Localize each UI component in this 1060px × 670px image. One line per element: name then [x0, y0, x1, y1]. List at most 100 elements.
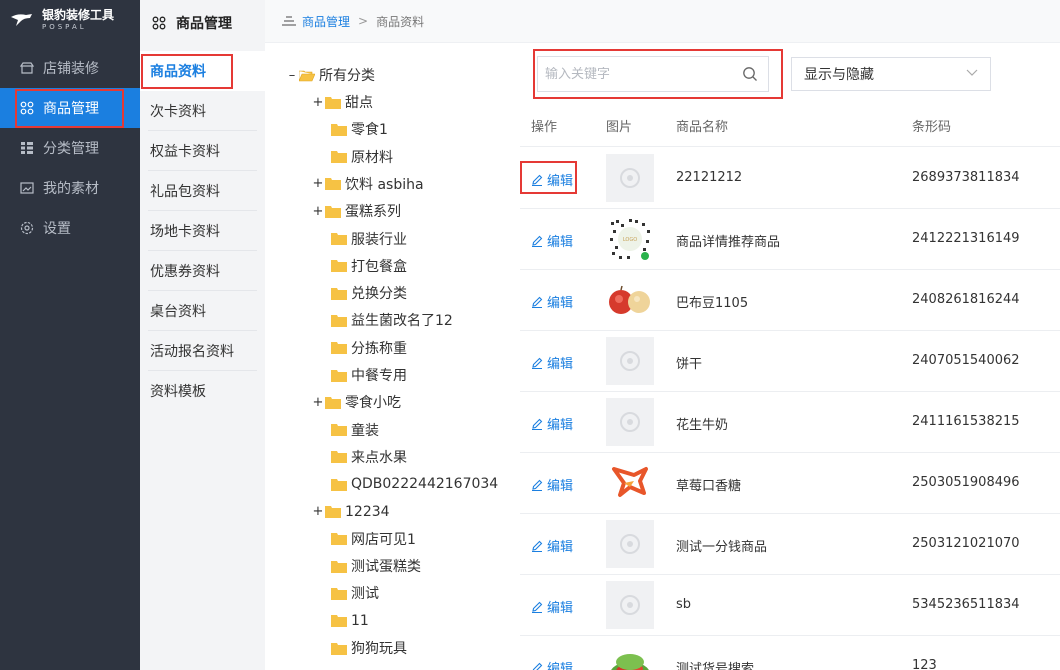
tree-node[interactable]: 中餐专用: [331, 363, 407, 387]
search-input[interactable]: [545, 66, 742, 82]
sub-item-label: 权益卡资料: [150, 144, 220, 160]
tree-node[interactable]: 原材料: [331, 145, 393, 169]
edit-button[interactable]: 编辑: [531, 536, 573, 555]
tree-node[interactable]: 服装行业: [331, 227, 407, 251]
tree-node[interactable]: + 饮料 asbiha: [311, 172, 424, 196]
sub-item-template[interactable]: 资料模板: [140, 371, 265, 411]
edit-label: 编辑: [547, 174, 574, 189]
sub-item-count-card[interactable]: 次卡资料: [140, 91, 265, 131]
tree-node[interactable]: + 零食小吃: [311, 390, 401, 414]
nav-item-label: 我的素材: [43, 181, 99, 197]
sub-item-coupon[interactable]: 优惠券资料: [140, 251, 265, 291]
product-thumbnail: [606, 276, 654, 324]
nav-item-category-management[interactable]: 分类管理: [0, 128, 140, 168]
product-barcode: 5345236511834: [912, 597, 1020, 612]
tree-node[interactable]: 分拣称重: [331, 336, 407, 360]
expand-toggle[interactable]: +: [311, 176, 325, 191]
product-barcode: 2411161538215: [912, 414, 1020, 429]
search-icon[interactable]: [742, 66, 758, 82]
tree-node[interactable]: 益生菌改名了12: [331, 308, 453, 332]
edit-button[interactable]: 编辑: [531, 475, 573, 494]
tree-node[interactable]: 零食1: [331, 117, 388, 141]
expand-toggle[interactable]: +: [311, 95, 325, 110]
edit-label: 编辑: [547, 601, 574, 616]
tree-node[interactable]: 测试: [331, 581, 379, 605]
product-thumbnail: [606, 520, 654, 568]
tree-node[interactable]: 测试蛋糕类: [331, 554, 421, 578]
sub-item-product-info[interactable]: 商品资料: [140, 51, 265, 91]
sub-item-event-signup[interactable]: 活动报名资料: [140, 331, 265, 371]
tree-node[interactable]: + 蛋糕系列: [311, 199, 401, 223]
main-content: 商品管理 > 商品资料 – 所有分类 + 甜点 零食1 原材料 + 饮料 asbiha + 蛋…: [265, 0, 1060, 670]
chevron-down-icon: [966, 69, 978, 76]
tree-node[interactable]: 童装: [331, 418, 379, 442]
tree-node-label: 狗狗玩具: [351, 641, 407, 657]
edit-button[interactable]: 编辑: [531, 170, 573, 189]
pencil-icon: [532, 357, 543, 369]
grid-icon: [152, 16, 166, 29]
product-name: 草莓口香糖: [676, 479, 742, 494]
tree-node[interactable]: 11: [331, 609, 369, 633]
tree-node[interactable]: 来点水果: [331, 445, 407, 469]
edit-button[interactable]: 编辑: [531, 597, 573, 616]
edit-button[interactable]: 编辑: [531, 658, 573, 670]
tree-node-label: 益生菌改名了12: [351, 313, 453, 330]
product-barcode: 2408261816244: [912, 292, 1020, 307]
visibility-select[interactable]: 显示与隐藏: [791, 57, 991, 91]
breadcrumb-parent-link[interactable]: 商品管理: [302, 13, 350, 30]
tree-node-label: 网店可见1: [351, 531, 416, 548]
product-barcode: 2407051540062: [912, 353, 1020, 368]
tree-node[interactable]: QDB0222442167034: [331, 472, 498, 496]
folder-icon: [331, 533, 347, 546]
folder-icon: [331, 151, 347, 164]
breadcrumb-separator: >: [358, 14, 369, 28]
sub-item-table[interactable]: 桌台资料: [140, 291, 265, 331]
tree-node[interactable]: + 甜点: [311, 90, 373, 114]
product-name: sb: [676, 597, 692, 612]
svg-text:LOGO: LOGO: [623, 237, 637, 243]
sub-item-venue-card[interactable]: 场地卡资料: [140, 211, 265, 251]
expand-toggle[interactable]: +: [311, 395, 325, 410]
folder-icon: [325, 396, 341, 409]
folder-icon: [325, 178, 341, 191]
folder-icon: [331, 260, 347, 273]
folder-icon: [325, 96, 341, 109]
nav-item-settings[interactable]: 设置: [0, 208, 140, 248]
tree-node[interactable]: +12234: [311, 500, 390, 524]
expand-toggle[interactable]: +: [311, 204, 325, 219]
tree-node-label: 测试蛋糕类: [351, 559, 421, 576]
tree-node[interactable]: 打包餐盒: [331, 254, 407, 278]
tree-node[interactable]: 兑换分类: [331, 281, 407, 305]
search-box: [537, 56, 769, 92]
sub-item-label: 场地卡资料: [150, 224, 220, 240]
tree-root[interactable]: – 所有分类: [285, 63, 375, 87]
nav-item-store-decoration[interactable]: 店铺装修: [0, 48, 140, 88]
folder-icon: [331, 642, 347, 655]
product-thumbnail: [606, 398, 654, 446]
edit-button[interactable]: 编辑: [531, 353, 573, 372]
product-name: 饼干: [676, 357, 703, 372]
app-logo: 银豹装修工具 POSPAL: [0, 0, 140, 40]
nav-item-my-materials[interactable]: 我的素材: [0, 168, 140, 208]
sub-item-label: 优惠券资料: [150, 264, 220, 280]
edit-button[interactable]: 编辑: [531, 292, 573, 311]
tree-node-label: 打包餐盒: [351, 258, 407, 275]
pencil-icon: [532, 296, 543, 308]
folder-icon: [331, 314, 347, 327]
product-thumbnail: [606, 581, 654, 629]
edit-button[interactable]: 编辑: [531, 414, 573, 433]
sub-item-gift-pack[interactable]: 礼品包资料: [140, 171, 265, 211]
expand-toggle[interactable]: +: [311, 504, 325, 519]
nav-item-product-management[interactable]: 商品管理: [0, 88, 140, 128]
tree-node-label: 零食小吃: [345, 395, 401, 412]
tree-node[interactable]: 网店可见1: [331, 527, 416, 551]
edit-label: 编辑: [547, 357, 574, 372]
main-sidebar: 银豹装修工具 POSPAL 店铺装修 商品管理 分类管理 我的素材 设置: [0, 0, 140, 670]
sub-item-benefit-card[interactable]: 权益卡资料: [140, 131, 265, 171]
tree-node[interactable]: 狗狗玩具: [331, 636, 407, 660]
collapse-toggle[interactable]: –: [285, 68, 299, 83]
sub-item-label: 商品资料: [150, 64, 206, 80]
edit-button[interactable]: 编辑: [531, 231, 573, 250]
menu-lines-icon: [282, 16, 296, 26]
folder-icon: [331, 287, 347, 300]
